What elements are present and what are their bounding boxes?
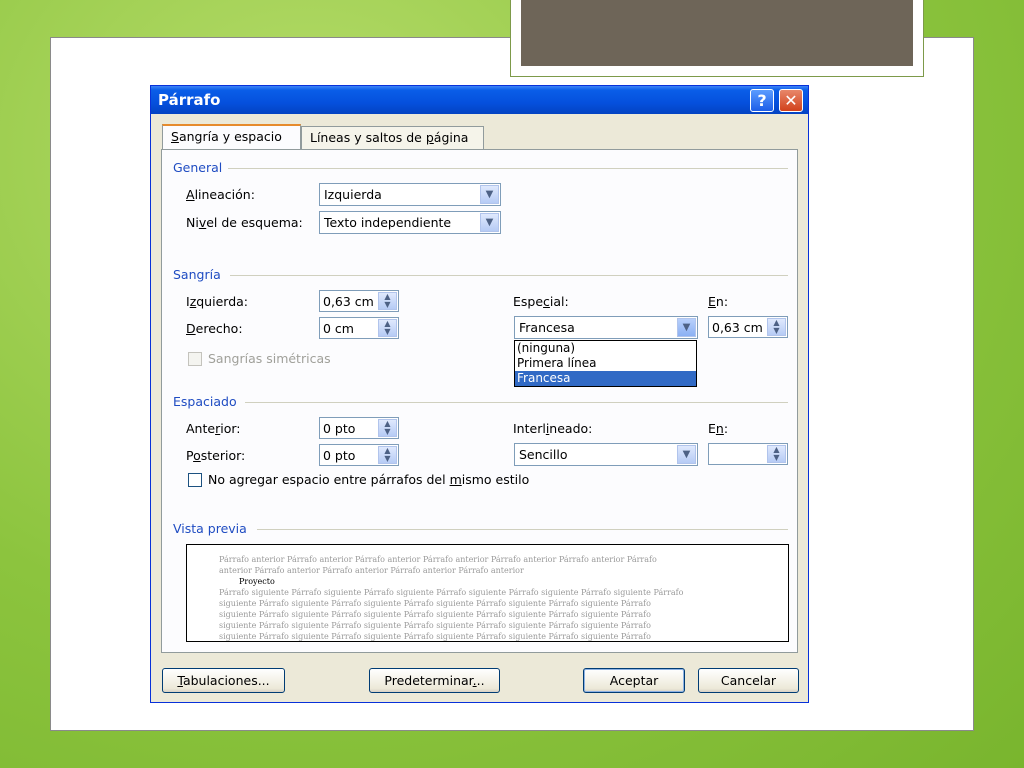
section-divider	[245, 402, 788, 403]
section-divider	[257, 529, 788, 530]
outline-level-label: Nivel de esquema:	[186, 215, 303, 230]
special-value: Francesa	[519, 320, 575, 335]
preview-prev-line: Párrafo anterior Párrafo anterior Párraf…	[219, 555, 657, 564]
spin-arrows-icon[interactable]: ▲ ▼	[378, 292, 397, 310]
indent-right-spinner[interactable]: 0 cm ▲ ▼	[319, 317, 399, 339]
section-divider	[228, 168, 788, 169]
indent-left-value: 0,63 cm	[323, 294, 374, 309]
button-label: ..	[476, 673, 485, 688]
preview-next-line: siguiente Párrafo siguiente Párrafo sigu…	[219, 599, 651, 608]
indent-right-value: 0 cm	[323, 321, 354, 336]
spacing-after-value: 0 pto	[323, 448, 356, 463]
alignment-select[interactable]: Izquierda ▼	[319, 183, 501, 206]
spin-arrows-icon[interactable]: ▲ ▼	[378, 419, 397, 437]
spacing-before-value: 0 pto	[323, 421, 356, 436]
indent-left-spinner[interactable]: 0,63 cm ▲ ▼	[319, 290, 399, 312]
special-label: Especial:	[513, 294, 569, 309]
spin-arrows-icon[interactable]: ▲ ▼	[378, 319, 397, 337]
dropdown-option-hanging[interactable]: Francesa	[515, 371, 696, 386]
chevron-down-icon[interactable]: ▼	[677, 445, 696, 464]
spacing-after-label: Posterior:	[186, 448, 246, 463]
alignment-label: Alineación:	[186, 187, 255, 202]
preview-prev-line: anterior Párrafo anterior Párrafo anteri…	[219, 566, 524, 575]
dropdown-option-first-line[interactable]: Primera línea	[515, 356, 696, 371]
line-spacing-at-spinner[interactable]: ▲ ▼	[708, 443, 788, 465]
no-space-same-style-checkbox[interactable]	[188, 473, 202, 487]
paragraph-dialog: Párrafo ? ✕ Sangría y espacio Líneas y s…	[150, 85, 809, 703]
mirror-indents-checkbox[interactable]	[188, 352, 202, 366]
indent-by-label: En:	[708, 294, 729, 309]
spin-arrows-icon[interactable]: ▲ ▼	[378, 446, 397, 464]
tab-label: ágina	[433, 130, 469, 145]
preview-current-text: Proyecto	[239, 577, 275, 586]
tabs-button[interactable]: Tabulaciones...	[162, 668, 285, 693]
preview-next-line: Párrafo siguiente Párrafo siguiente Párr…	[219, 588, 684, 597]
special-dropdown-list: (ninguna) Primera línea Francesa	[514, 340, 697, 387]
spin-arrows-icon[interactable]: ▲ ▼	[767, 445, 786, 463]
tab-panel: General Alineación: Izquierda ▼ Nivel de…	[161, 149, 798, 653]
button-label: abulaciones...	[182, 673, 270, 688]
spacing-before-spinner[interactable]: 0 pto ▲ ▼	[319, 417, 399, 439]
outline-level-select[interactable]: Texto independiente ▼	[319, 211, 501, 234]
spin-arrows-icon[interactable]: ▲ ▼	[767, 318, 786, 336]
section-spacing-title: Espaciado	[173, 394, 237, 409]
tab-label: Líneas y saltos de	[310, 130, 426, 145]
line-spacing-select[interactable]: Sencillo ▼	[514, 443, 698, 466]
section-preview-title: Vista previa	[173, 521, 247, 536]
chevron-down-icon[interactable]: ▼	[480, 213, 499, 232]
help-icon: ?	[757, 91, 767, 110]
alignment-value: Izquierda	[324, 187, 382, 202]
chevron-down-icon[interactable]: ▼	[677, 318, 696, 337]
tab-label-key: p	[425, 130, 434, 145]
ok-button[interactable]: Aceptar	[583, 668, 685, 693]
outline-level-value: Texto independiente	[324, 215, 452, 230]
chevron-down-icon[interactable]: ▼	[480, 185, 499, 204]
cancel-button[interactable]: Cancelar	[698, 668, 799, 693]
line-spacing-at-label: En:	[708, 421, 729, 436]
mirror-indents-label: Sangrías simétricas	[208, 351, 331, 366]
dropdown-option-none[interactable]: (ninguna)	[515, 341, 696, 356]
preview-next-line: siguiente Párrafo siguiente Párrafo sigu…	[219, 632, 651, 641]
spacing-before-label: Anterior:	[186, 421, 241, 436]
indent-by-value: 0,63 cm	[712, 320, 763, 335]
preview-next-line: siguiente Párrafo siguiente Párrafo sigu…	[219, 610, 651, 619]
button-label: Predeterminar	[384, 673, 473, 688]
tab-label-key: S	[171, 129, 179, 144]
section-indent-title: Sangría	[173, 267, 221, 282]
special-select[interactable]: Francesa ▼	[514, 316, 698, 339]
line-spacing-value: Sencillo	[519, 447, 568, 462]
set-default-button[interactable]: Predeterminar...	[369, 668, 500, 693]
section-divider	[230, 275, 788, 276]
tab-indent-spacing[interactable]: Sangría y espacio	[162, 124, 301, 149]
spacing-after-spinner[interactable]: 0 pto ▲ ▼	[319, 444, 399, 466]
tab-label: angría y espacio	[178, 129, 282, 144]
no-space-same-style-label: No agregar espacio entre párrafos del mi…	[208, 472, 530, 487]
dialog-title: Párrafo	[158, 91, 221, 109]
paragraph-preview: Párrafo anterior Párrafo anterior Párraf…	[186, 544, 789, 642]
slide-top-block-fill	[521, 0, 913, 66]
close-icon: ✕	[784, 91, 798, 110]
tab-line-page-breaks[interactable]: Líneas y saltos de página	[301, 126, 484, 149]
slide-top-block	[510, 0, 924, 77]
section-general-title: General	[173, 160, 223, 175]
help-button[interactable]: ?	[750, 89, 774, 112]
indent-left-label: Izquierda:	[186, 294, 248, 309]
title-bar[interactable]: Párrafo ? ✕	[151, 86, 808, 114]
close-button[interactable]: ✕	[779, 89, 803, 112]
preview-next-line: siguiente Párrafo siguiente Párrafo sigu…	[219, 621, 651, 630]
indent-by-spinner[interactable]: 0,63 cm ▲ ▼	[708, 316, 788, 338]
line-spacing-label: Interlineado:	[513, 421, 593, 436]
indent-right-label: Derecho:	[186, 321, 243, 336]
